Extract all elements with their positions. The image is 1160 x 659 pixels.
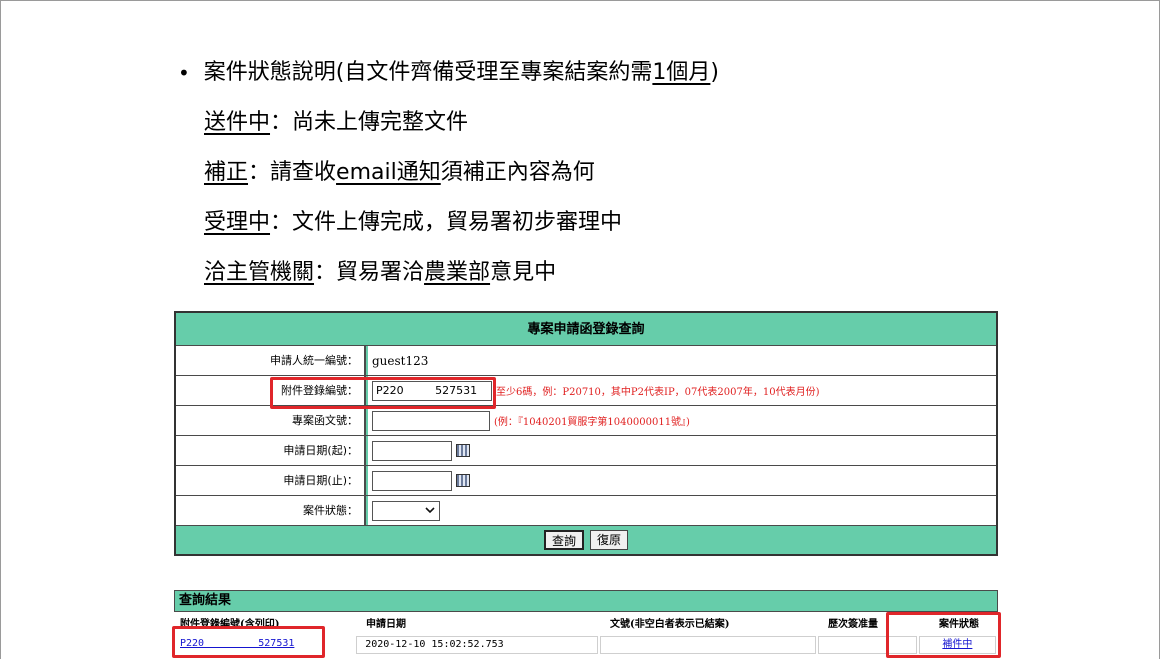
- query-form: 專案申請函登錄查詢 申請人統一編號： guest123 附件登錄編號： P220…: [174, 311, 998, 556]
- highlight-attachment-input: [270, 377, 496, 409]
- status-term: 洽主管機關: [204, 260, 315, 285]
- status-desc: 意見中: [490, 260, 557, 285]
- status-label: 案件狀態：: [176, 496, 366, 525]
- date-from-cell: [368, 436, 996, 465]
- row-doc-no: 專案函文號： (例：『1040201貿服字第1040000011號』): [176, 406, 996, 436]
- status-sep: ：: [314, 260, 337, 285]
- results-title: 查詢結果: [174, 590, 998, 612]
- doc-no-cell: [599, 636, 816, 654]
- status-heading-duration: 1個月: [652, 60, 711, 85]
- doc-no-input[interactable]: [372, 410, 490, 431]
- highlight-result-status: [886, 612, 1001, 658]
- status-term: 送件中: [204, 110, 271, 135]
- status-explanation: • 案件狀態說明(自文件齊備受理至專案結案約需 1個月) 送件中 ： 尚未上傳完整…: [178, 48, 978, 298]
- reset-button[interactable]: 復原: [590, 529, 629, 550]
- calendar-icon[interactable]: [456, 474, 470, 487]
- status-term: 補正: [204, 160, 249, 185]
- status-line-sending: 送件中 ： 尚未上傳完整文件: [178, 98, 978, 148]
- form-actions: 查詢 復原: [176, 526, 996, 553]
- applicant-id-text: guest123: [372, 353, 429, 368]
- status-desc-emph: 農業部: [424, 260, 491, 285]
- status-heading-text: 案件狀態說明(自文件齊備受理至專案結案約需: [203, 60, 653, 85]
- form-title: 專案申請函登錄查詢: [176, 313, 996, 346]
- date-to-cell: [368, 466, 996, 495]
- applicant-id-label: 申請人統一編號：: [176, 346, 366, 375]
- date-from-input[interactable]: [372, 440, 452, 461]
- status-sep: ：: [248, 160, 271, 185]
- calendar-icon[interactable]: [456, 444, 470, 457]
- row-date-from: 申請日期(起)：: [176, 436, 996, 466]
- status-select[interactable]: [372, 500, 440, 521]
- date-to-input[interactable]: [372, 470, 452, 491]
- status-heading-close: ): [710, 60, 719, 85]
- status-desc: 請查收: [270, 160, 337, 185]
- status-desc: 貿易署洽: [336, 260, 425, 285]
- status-sep: ：: [270, 210, 293, 235]
- doc-no-hint: (例：『1040201貿服字第1040000011號』): [494, 417, 690, 428]
- status-line-correction: 補正 ： 請查收 email通知 須補正內容為何: [178, 148, 978, 198]
- status-desc: 尚未上傳完整文件: [292, 110, 469, 135]
- status-desc: 須補正內容為何: [440, 160, 595, 185]
- col-doc-no: 文號(非空白者表示已結案): [610, 619, 730, 630]
- status-desc: 文件上傳完成，貿易署初步審理中: [292, 210, 623, 235]
- row-status: 案件狀態：: [176, 496, 996, 526]
- row-date-to: 申請日期(止)：: [176, 466, 996, 496]
- status-cell: [368, 496, 996, 525]
- attachment-no-hint: 至少6碼，例：P20710，其中P2代表IP，07代表2007年，10代表月份): [496, 387, 820, 398]
- status-line-authority: 洽主管機關 ： 貿易署洽 農業部 意見中: [178, 248, 978, 298]
- bullet-icon: •: [178, 61, 190, 85]
- applicant-id-value: guest123: [368, 346, 996, 375]
- date-cell: 2020-12-10 15:02:52.753: [356, 636, 598, 654]
- doc-no-label: 專案函文號：: [176, 406, 366, 435]
- chevron-down-icon: [425, 507, 435, 514]
- row-applicant-id: 申請人統一編號： guest123: [176, 346, 996, 376]
- query-button[interactable]: 查詢: [543, 529, 584, 550]
- status-line-accepted: 受理中 ： 文件上傳完成，貿易署初步審理中: [178, 198, 978, 248]
- highlight-result-link: [172, 626, 325, 658]
- col-date: 申請日期: [366, 619, 406, 630]
- status-term: 受理中: [204, 210, 271, 235]
- doc-no-cell: (例：『1040201貿服字第1040000011號』): [368, 406, 996, 435]
- status-sep: ：: [270, 110, 293, 135]
- date-from-label: 申請日期(起)：: [176, 436, 366, 465]
- status-heading: • 案件狀態說明(自文件齊備受理至專案結案約需 1個月): [178, 48, 978, 98]
- date-to-label: 申請日期(止)：: [176, 466, 366, 495]
- status-desc-emph: email通知: [336, 160, 441, 185]
